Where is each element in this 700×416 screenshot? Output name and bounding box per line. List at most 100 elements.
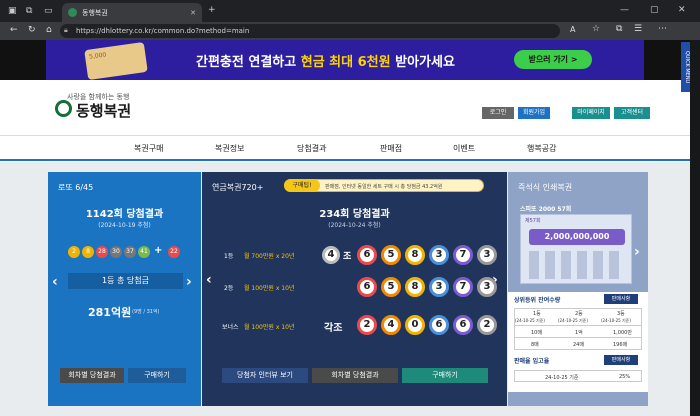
pension-buy-button[interactable]: 구매하기 xyxy=(402,368,488,383)
remain-sales-button[interactable]: 판매사항 xyxy=(604,294,638,304)
remain-row-b: 8매 24매 196매 xyxy=(514,338,642,350)
browser-tab[interactable]: 동행복권 ✕ xyxy=(62,3,202,22)
pension-digit: 5 xyxy=(381,277,401,297)
pension-digit: 6 xyxy=(357,277,377,297)
cell: 10매 xyxy=(531,330,542,336)
speetto-ticket-image[interactable]: 제57회 2,000,000,000 xyxy=(520,214,632,284)
maximize-icon[interactable]: ▢ xyxy=(650,5,659,15)
signup-button[interactable]: 회원가입 xyxy=(518,107,550,119)
remain-title: 상위등위 잔여수량 xyxy=(514,297,561,304)
nav-events[interactable]: 이벤트 xyxy=(453,143,475,154)
back-icon[interactable]: ← xyxy=(10,25,18,35)
lotto-ball: 2 xyxy=(68,246,80,258)
nav-results[interactable]: 당첨결과 xyxy=(297,143,326,154)
pension-row2-label: 2등 xyxy=(224,285,234,292)
sales-title: 판매율 입고율 xyxy=(514,358,550,365)
lotto-ball: 8 xyxy=(82,246,94,258)
extensions-icon[interactable]: ⧉ xyxy=(616,24,622,34)
home-icon[interactable]: ⌂ xyxy=(46,25,52,35)
url-input[interactable]: https://dhlottery.co.kr/common.do?method… xyxy=(60,24,560,38)
coupon-image: 5,000 xyxy=(84,41,148,81)
read-aloud-icon[interactable]: A xyxy=(570,25,575,34)
pension-row1-label: 1등 xyxy=(224,253,234,260)
lotto-next-arrow-icon[interactable]: › xyxy=(186,274,192,290)
lotto-bonus-ball: 22 xyxy=(168,246,180,258)
site-favicon-icon xyxy=(68,8,77,17)
sales-rate: 25% xyxy=(619,374,631,380)
tab-actions-icon[interactable]: ▭ xyxy=(44,6,53,16)
favorite-star-icon[interactable]: ☆ xyxy=(592,24,600,34)
pension-digit: 4 xyxy=(381,315,401,335)
pension-interview-button[interactable]: 당첨자 인터뷰 보기 xyxy=(222,368,308,383)
collections-icon[interactable]: ☰ xyxy=(634,24,642,34)
pension-round-title: 234회 당첨결과 xyxy=(319,209,390,220)
pension-row3-label: 보너스 xyxy=(222,324,239,331)
lotto-ball: 28 xyxy=(96,246,108,258)
sales-row: 24-10-25 기준 25% xyxy=(514,370,642,382)
tab-close-icon[interactable]: ✕ xyxy=(190,9,196,17)
more-menu-icon[interactable]: ⋯ xyxy=(658,24,667,34)
rank-header-row: 1등 2등 3등 (24-10-25 기준) (24-10-25 기준) (24… xyxy=(514,308,642,326)
pension-digit: 2 xyxy=(357,315,377,335)
logo-clover-icon[interactable] xyxy=(55,100,72,117)
pension-digit: 3 xyxy=(477,245,497,265)
promo-banner[interactable]: 5,000 간편충전 연결하고 현금 최대 6천원 받아가세요 받으러 가기 > xyxy=(0,40,690,81)
promo-banner-inner: 5,000 간편충전 연결하고 현금 최대 6천원 받아가세요 받으러 가기 > xyxy=(46,40,644,81)
lotto-panel: 로또 6/45 1142회 당첨결과 (2024-10-19 추첨) 2 8 2… xyxy=(48,172,201,406)
new-tab-icon[interactable]: + xyxy=(208,5,216,15)
instant-next-arrow-icon[interactable]: › xyxy=(634,244,640,260)
mypage-button[interactable]: 마이페이지 xyxy=(572,107,610,119)
ticket-jackpot: 2,000,000,000 xyxy=(529,229,625,245)
cell: 1억 xyxy=(575,330,583,336)
lotto-results-button[interactable]: 회차별 당첨결과 xyxy=(60,368,124,383)
ticket-round: 제57회 xyxy=(525,218,541,224)
browser-tab-bar: ▣ ⧉ ▭ 동행복권 ✕ + — ▢ ✕ xyxy=(0,0,700,22)
pension-each-group: 각조 xyxy=(324,323,343,334)
lotto-prev-arrow-icon[interactable]: ‹ xyxy=(52,274,58,290)
pension-digit: 2 xyxy=(477,315,497,335)
pension-digit: 7 xyxy=(453,277,473,297)
lotto-buy-button[interactable]: 구매하기 xyxy=(128,368,186,383)
rank-2: 2등 xyxy=(575,311,583,317)
rank-2-date: (24-10-25 기준) xyxy=(558,318,588,323)
instant-label: 즉석식 인쇄복권 xyxy=(518,183,573,192)
first-prize-detail: (9명 / 31억) xyxy=(132,309,160,315)
pension-prev-arrow-icon[interactable]: ‹ xyxy=(206,272,212,288)
instant-product-name: 스피또 2000 57회 xyxy=(520,206,572,213)
quick-menu-tab[interactable]: QUICK MENU xyxy=(681,42,690,92)
pension-results-button[interactable]: 회차별 당첨결과 xyxy=(312,368,398,383)
workspaces-icon[interactable]: ⧉ xyxy=(26,6,32,16)
refresh-icon[interactable]: ↻ xyxy=(28,25,36,35)
lotto-ball: 37 xyxy=(124,246,136,258)
lotto-ball: 30 xyxy=(110,246,122,258)
pension-draw-date: (2024-10-24 추첨) xyxy=(328,222,381,229)
browser-profile-icon[interactable]: ▣ xyxy=(8,6,17,16)
nav-stores[interactable]: 판매점 xyxy=(380,143,402,154)
site-logo[interactable]: 동행복권 xyxy=(76,100,131,121)
remain-row-a: 10매 1억 1,000만 xyxy=(514,326,642,338)
minimize-icon[interactable]: — xyxy=(620,5,629,15)
banner-highlight: 현금 최대 6천원 xyxy=(300,55,391,70)
lock-icon[interactable]: 🔒︎ xyxy=(64,26,68,35)
pension-digit: 8 xyxy=(405,245,425,265)
main-navigation: 복권구매 복권정보 당첨결과 판매점 이벤트 행복공감 xyxy=(0,135,690,161)
login-button[interactable]: 로그인 xyxy=(482,107,514,119)
nav-happy[interactable]: 행복공감 xyxy=(527,143,556,154)
cell: 1,000만 xyxy=(613,330,632,336)
browser-sidebar xyxy=(690,40,700,416)
customer-center-button[interactable]: 고객센터 xyxy=(614,107,650,119)
nav-buy[interactable]: 복권구매 xyxy=(134,143,163,154)
sales-info-button[interactable]: 판매사항 xyxy=(604,355,638,365)
pension-digit: 5 xyxy=(381,245,401,265)
banner-claim-button[interactable]: 받으러 가기 > xyxy=(514,50,592,69)
pension-digit: 6 xyxy=(429,315,449,335)
pension-jo-suffix: 조 xyxy=(343,252,352,262)
pension-jo-ball: 4 xyxy=(322,246,340,264)
instant-info-box: 상위등위 잔여수량 판매사항 1등 2등 3등 (24-10-25 기준) (2… xyxy=(508,292,648,392)
close-window-icon[interactable]: ✕ xyxy=(678,5,686,15)
instant-panel: 즉석식 인쇄복권 › 스피또 2000 57회 제57회 2,000,000,0… xyxy=(508,172,648,406)
rank-3-date: (24-10-25 기준) xyxy=(601,318,631,323)
banner-text-part2: 받아가세요 xyxy=(390,55,455,70)
nav-info[interactable]: 복권정보 xyxy=(215,143,244,154)
first-prize-amount: 281억원 xyxy=(88,306,132,319)
